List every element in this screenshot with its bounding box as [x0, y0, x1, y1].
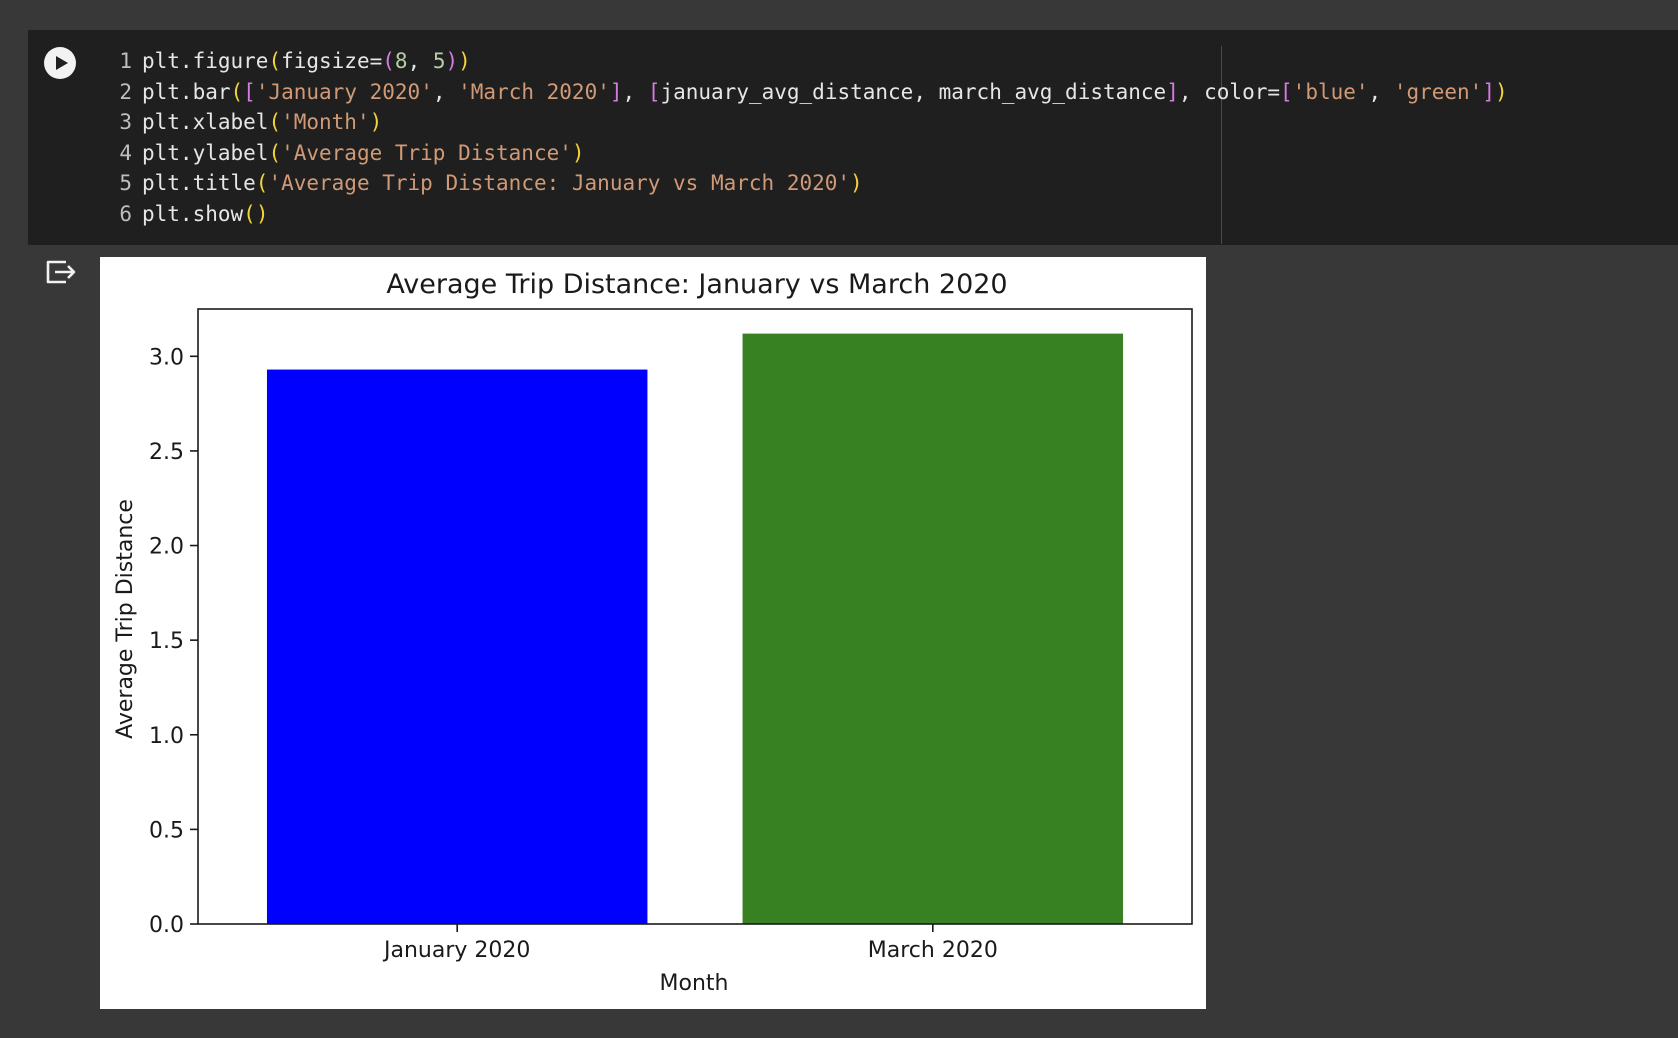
code-token: ]: [1166, 79, 1179, 104]
code-line[interactable]: 4 plt.ylabel('Average Trip Distance'): [100, 138, 1508, 169]
code-token: figsize=: [281, 49, 383, 73]
code-line[interactable]: 3 plt.xlabel('Month'): [100, 107, 1508, 138]
output-toggle-icon: [46, 260, 76, 284]
code-token: 'Month': [281, 110, 370, 134]
code-token: ,: [622, 79, 648, 104]
y-axis-label: Average Trip Distance: [113, 499, 138, 739]
output-toggle-button[interactable]: [44, 256, 78, 288]
code-token: (: [268, 110, 282, 134]
line-number: 2: [119, 79, 132, 104]
line-number: 6: [119, 201, 132, 226]
code-token: (: [243, 201, 256, 226]
code-token: 5: [432, 49, 446, 73]
code-token: january_avg_distance, march_avg_distance: [660, 79, 1167, 104]
code-line[interactable]: 6 plt.show(): [100, 199, 1508, 230]
line-number: 1: [119, 49, 132, 73]
code-token: 'January 2020': [255, 79, 433, 104]
code-token: [: [647, 79, 661, 104]
code-line[interactable]: 1 plt.figure(figsize=(8, 5)): [100, 46, 1508, 77]
code-token: 'Average Trip Distance: January vs March…: [268, 171, 851, 195]
bar-1: [742, 333, 1124, 925]
code-token: ): [850, 171, 863, 195]
code-token: ): [458, 49, 471, 73]
code-token: 'blue': [1292, 79, 1369, 104]
chart-title: Average Trip Distance: January vs March …: [386, 269, 1007, 300]
code-token: (: [268, 49, 282, 73]
code-token: (: [382, 49, 395, 73]
code-token: ): [1495, 79, 1508, 104]
code-token: plt.title: [142, 171, 256, 195]
code-token: 'green': [1393, 79, 1483, 104]
code-token: (: [268, 140, 282, 165]
play-circle-icon: [56, 56, 68, 70]
code-token: ): [255, 201, 269, 226]
code-token: plt.bar: [142, 79, 231, 104]
code-token: ,: [1368, 79, 1394, 104]
code-token: , color=: [1178, 79, 1281, 104]
code-token: ]: [609, 79, 623, 104]
y-tick-label: 1.0: [149, 724, 184, 749]
y-tick-label: 2.0: [149, 535, 184, 560]
code-token: plt.show: [142, 201, 244, 226]
code-token: plt.figure: [142, 49, 269, 73]
code-line[interactable]: 5 plt.title('Average Trip Distance: Janua…: [100, 168, 1508, 199]
y-tick-label: 2.5: [149, 440, 184, 465]
code-token: [: [243, 79, 256, 104]
x-axis-label: Month: [660, 971, 729, 996]
x-tick-label: March 2020: [868, 938, 998, 963]
y-tick-label: 1.5: [149, 629, 184, 654]
code-token: ): [369, 110, 383, 134]
code-token: 'March 2020': [458, 79, 610, 104]
code-token: (: [230, 79, 244, 104]
y-tick-label: 0.0: [149, 913, 184, 938]
line-number: 4: [119, 140, 132, 165]
code-token: ): [445, 49, 459, 73]
code-token: ,: [407, 49, 433, 73]
code-token: ,: [432, 79, 459, 104]
line-number: 3: [119, 110, 132, 134]
x-tick-label: January 2020: [382, 938, 530, 963]
code-token: plt.xlabel: [142, 110, 269, 134]
bar-chart: Average Trip Distance: January vs March …: [113, 269, 1193, 996]
chart-output: Average Trip Distance: January vs March …: [100, 257, 1206, 1009]
bar-0: [266, 369, 648, 924]
code-token: 'Average Trip Distance': [281, 140, 572, 165]
line-number: 5: [119, 171, 132, 195]
code-token: plt.ylabel: [142, 140, 269, 165]
code-editor[interactable]: 1 plt.figure(figsize=(8, 5)) 2 plt.bar(['Ja…: [100, 46, 1508, 230]
code-token: [: [1280, 79, 1293, 104]
code-token: ]: [1482, 79, 1495, 104]
code-token: 8: [394, 49, 408, 73]
y-tick-label: 0.5: [149, 818, 184, 843]
code-token: ): [571, 140, 585, 165]
code-token: (: [255, 171, 269, 195]
run-cell-button[interactable]: [44, 47, 76, 79]
y-tick-label: 3.0: [149, 345, 184, 370]
code-line[interactable]: 2 plt.bar(['January 2020', 'March 2020'],…: [100, 77, 1508, 108]
